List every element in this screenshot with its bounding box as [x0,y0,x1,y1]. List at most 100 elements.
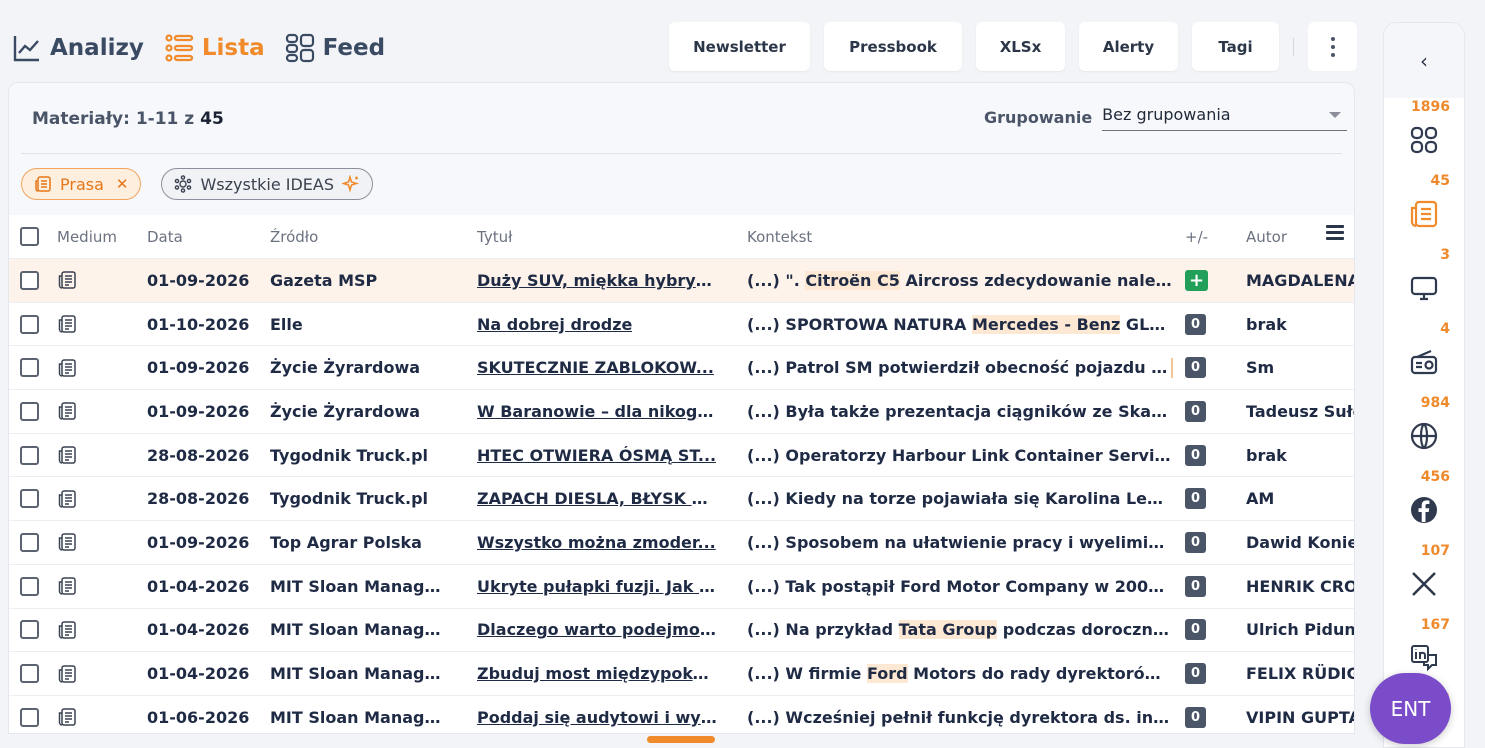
row-date: 01-04-2026 [147,576,250,596]
table-row[interactable]: 28-08-2026 Tygodnik Truck.pl HTEC OTWIERA … [9,434,1354,478]
row-author: FELIX RÜDIG [1246,664,1355,684]
sidebar-item-internet[interactable]: 984 [1384,395,1464,467]
row-checkbox[interactable] [20,664,39,684]
sentiment-badge[interactable]: 0 [1185,400,1206,422]
table-row[interactable]: 01-09-2026 Top Agrar Polska Wszystko można… [9,521,1354,565]
sentiment-badge[interactable]: 0 [1185,575,1206,597]
sidebar-count-facebook: 456 [1420,469,1450,485]
sidebar-item-radio[interactable]: 4 [1384,321,1464,393]
sidebar-item-facebook[interactable]: 456 [1384,469,1464,541]
table-row[interactable]: 01-10-2026 Elle Na dobrej drodze (...) SPOR… [9,303,1354,347]
row-context-post: GLA z... [1125,314,1172,334]
header-context[interactable]: Kontekst [747,215,1172,258]
row-title-link[interactable]: Dlaczego warto podejmo... [477,620,717,639]
row-checkbox[interactable] [20,707,39,727]
newspaper-icon [58,708,76,726]
sidebar-item-press[interactable]: 45 [1384,173,1464,245]
collapse-sidebar-button[interactable]: ‹ [1384,23,1464,98]
newsletter-button[interactable]: Newsletter [669,22,810,71]
header-source[interactable]: Źródło [270,215,445,258]
newspaper-icon [58,533,76,552]
row-title-link[interactable]: Poddaj się audytowi i wyc... [477,708,717,727]
header-title[interactable]: Tytuł [477,215,717,258]
alerty-button[interactable]: Alerty [1079,22,1178,71]
row-title-link[interactable]: ZAPACH DIESLA, BŁYSK C... [477,489,717,508]
more-options-button[interactable] [1308,22,1357,71]
filter-chip-prasa[interactable]: Prasa ✕ [21,168,142,200]
nav-lista[interactable]: Lista [164,33,265,63]
row-date: 01-09-2026 [147,401,250,421]
sentiment-badge[interactable]: 0 [1185,488,1206,510]
columns-menu-icon[interactable] [1326,225,1344,243]
row-checkbox[interactable] [20,445,39,465]
tagi-button[interactable]: Tagi [1192,22,1279,71]
sentiment-badge[interactable]: 0 [1185,357,1206,379]
header-date[interactable]: Data [147,215,262,258]
sentiment-badge[interactable]: 0 [1185,444,1206,466]
sentiment-badge[interactable]: 0 [1185,531,1206,553]
nav-analizy[interactable]: Analizy [12,33,144,63]
row-checkbox[interactable] [20,532,39,552]
sentiment-badge[interactable]: + [1185,269,1209,291]
row-context-highlight: Ford [866,664,908,684]
select-all-checkbox[interactable] [20,227,39,246]
row-context-pre: (...) Kiedy na torze pojawiała się Karol… [747,489,1172,509]
sentiment-badge[interactable]: 0 [1185,619,1206,641]
table-row[interactable]: 01-09-2026 Gazeta MSP Duży SUV, miękka hyb… [9,259,1354,303]
globe-icon [1410,422,1438,450]
feed-icon [285,33,314,63]
grouping-select[interactable]: Bez grupowania [1102,103,1348,131]
row-title-link[interactable]: W Baranowie – dla nikogo... [477,402,717,421]
table-row[interactable]: 28-08-2026 Tygodnik Truck.pl ZAPACH DIESLA… [9,477,1354,522]
nav-feed-label: Feed [322,35,386,61]
row-checkbox[interactable] [20,270,39,290]
header-medium[interactable]: Medium [57,215,137,258]
sidebar-item-all[interactable]: 1896 [1384,99,1464,171]
row-title-link[interactable]: Ukryte pułapki fuzji. Jak je... [477,577,717,596]
row-checkbox[interactable] [20,314,39,334]
filter-chip-prasa-label: Prasa [60,174,104,194]
table-row[interactable]: 01-04-2026 MIT Sloan Manage... Zbuduj most… [9,652,1355,696]
pressbook-button[interactable]: Pressbook [824,22,962,71]
table-row[interactable]: 01-04-2026 MIT Sloan Manage... Dlaczego wa… [9,609,1354,653]
sentiment-badge[interactable]: 0 [1185,313,1206,335]
row-title-link[interactable]: SKUTECZNIE ZABLOKOW... [477,358,714,377]
filter-chip-ideas[interactable]: Wszystkie IDEAS [161,168,373,200]
chat-launcher-button[interactable]: ENT [1370,673,1451,744]
table-row[interactable]: 01-09-2026 Życie Żyrardowa SKUTECZNIE ZABL… [9,346,1354,391]
close-icon[interactable]: ✕ [116,175,129,193]
xlsx-button[interactable]: XLSx [976,22,1065,71]
row-title-link[interactable]: Wszystko można zmoder... [477,533,716,552]
row-title-link[interactable]: Zbuduj most międzypokol... [477,664,717,683]
header-plusminus[interactable]: +/- [1185,215,1225,258]
sidebar-item-tv[interactable]: 3 [1384,247,1464,319]
nav-feed[interactable]: Feed [285,33,385,63]
row-checkbox[interactable] [20,401,39,421]
row-context-pre: (...) Tak postąpił Ford Motor Company w … [747,576,1172,596]
horizontal-scrollbar[interactable] [647,736,715,743]
materials-table: Medium Data Źródło Tytuł Kontekst +/- Au… [9,215,1355,733]
sentiment-badge[interactable]: 0 [1185,663,1206,685]
row-date: 28-08-2026 [147,489,250,509]
newspaper-icon [58,402,76,421]
sidebar-count-internet: 984 [1420,395,1450,411]
newspaper-icon [58,271,76,290]
row-date: 01-10-2026 [147,314,250,334]
row-source: Top Agrar Polska [270,532,422,552]
row-title-link[interactable]: HTEC OTWIERA ÓSMĄ ST... [477,446,716,465]
radio-icon [1410,349,1438,375]
row-source: MIT Sloan Manage... [270,576,445,596]
row-checkbox[interactable] [20,489,39,509]
table-row[interactable]: 01-06-2026 MIT Sloan Manage... Poddaj się … [9,696,1354,733]
row-checkbox[interactable] [20,620,39,640]
row-title-link[interactable]: Duży SUV, miękka hybryda... [477,271,717,290]
row-checkbox[interactable] [20,576,39,596]
nav-lista-label: Lista [201,35,265,61]
table-row[interactable]: 01-04-2026 MIT Sloan Manage... Ukryte puła… [9,565,1354,609]
linkedin-icon [1411,645,1437,672]
row-title-link[interactable]: Na dobrej drodze [477,315,632,334]
sentiment-badge[interactable]: 0 [1185,706,1206,728]
sidebar-item-x[interactable]: 107 [1384,543,1464,615]
table-row[interactable]: 01-09-2026 Życie Żyrardowa W Baranowie – d… [9,390,1354,434]
row-checkbox[interactable] [20,358,39,378]
